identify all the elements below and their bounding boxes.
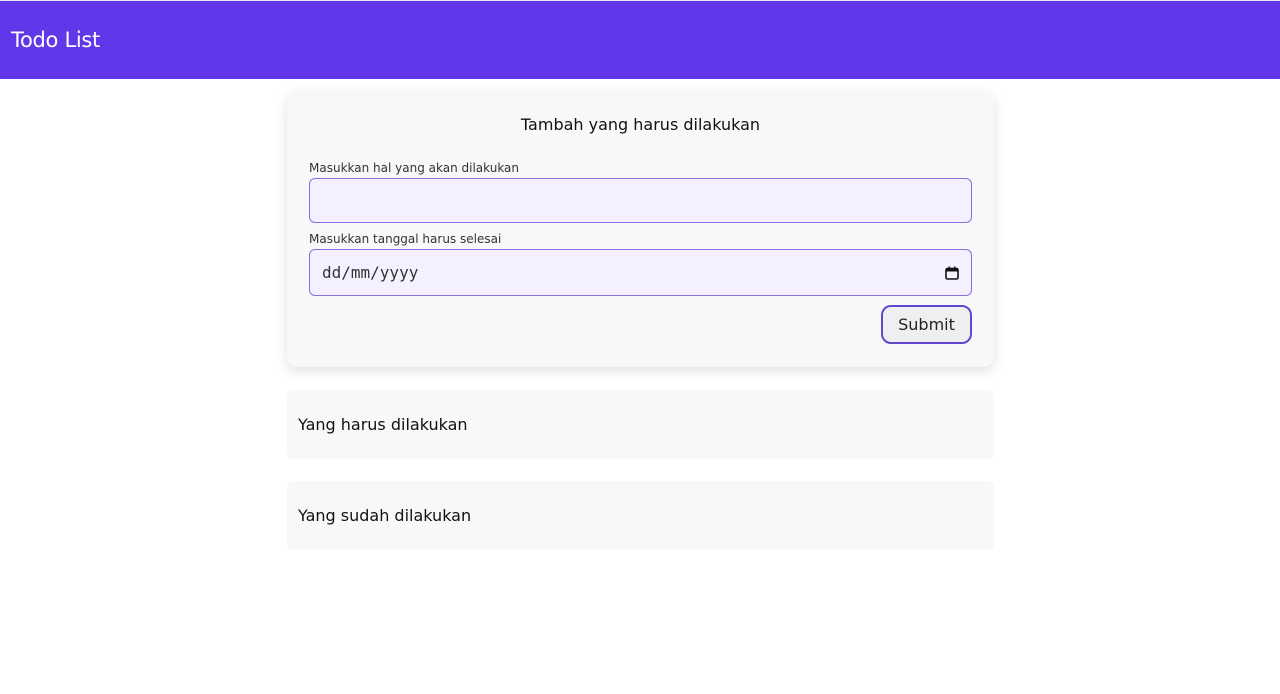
done-list-title: Yang sudah dilakukan bbox=[298, 506, 472, 525]
task-input-label: Masukkan hal yang akan dilakukan bbox=[309, 161, 520, 175]
date-input-label: Masukkan tanggal harus selesai bbox=[309, 232, 502, 246]
app-header: Todo List bbox=[0, 1, 1280, 79]
app-title: Todo List bbox=[11, 28, 100, 52]
add-todo-title: Tambah yang harus dilakukan bbox=[520, 115, 761, 134]
todo-list-title: Yang harus dilakukan bbox=[298, 415, 468, 434]
calendar-icon[interactable] bbox=[945, 266, 959, 280]
task-input[interactable] bbox=[309, 178, 972, 223]
submit-button[interactable]: Submit bbox=[881, 305, 972, 344]
done-list-section: Yang sudah dilakukan bbox=[287, 481, 994, 550]
date-placeholder: dd/mm/yyyy bbox=[322, 263, 419, 282]
date-input[interactable]: dd/mm/yyyy bbox=[309, 249, 972, 296]
add-todo-card: Tambah yang harus dilakukan Masukkan hal… bbox=[287, 91, 994, 367]
todo-list-section: Yang harus dilakukan bbox=[287, 390, 994, 459]
